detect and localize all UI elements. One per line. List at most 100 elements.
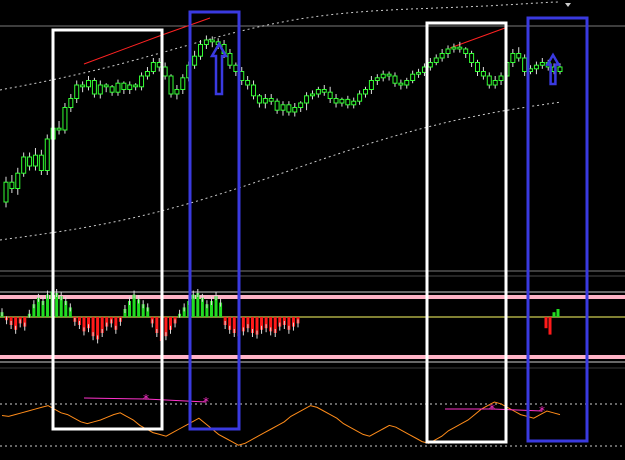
candle-body — [298, 102, 304, 108]
candle-body — [333, 98, 339, 104]
candle-body — [15, 172, 21, 189]
highlight-overlay — [51, 3, 589, 444]
candle-body — [416, 71, 422, 75]
candle-body — [268, 98, 274, 102]
candle-body — [457, 46, 463, 50]
candle-body — [327, 91, 333, 99]
candle-body — [469, 53, 475, 63]
candle-body — [516, 53, 522, 59]
candle-body — [174, 89, 180, 95]
candle-body — [410, 73, 416, 81]
highlight-box-white — [425, 21, 508, 444]
candle-body — [345, 98, 351, 106]
candle-body — [32, 154, 38, 167]
chart-shift-marker-icon — [565, 3, 571, 7]
upper-envelope-line — [0, 1, 561, 91]
candle-body — [486, 75, 492, 86]
candle-body — [233, 64, 239, 72]
candle-body — [557, 66, 563, 72]
candle-body — [357, 93, 363, 102]
candle-body — [3, 181, 9, 203]
candle-body — [533, 64, 539, 70]
candle-body — [286, 104, 292, 113]
candle-body — [251, 84, 257, 97]
candle-body — [292, 107, 298, 113]
candle-body — [9, 181, 15, 189]
candle-body — [280, 104, 286, 111]
candle-body — [404, 80, 410, 86]
candle-body — [439, 53, 445, 59]
candle-body — [197, 44, 203, 57]
up-arrow-icon — [209, 41, 229, 96]
candle-body — [27, 156, 33, 167]
candle-body — [262, 98, 268, 104]
candle-body — [539, 62, 545, 66]
candle-body — [150, 62, 156, 72]
histogram-lower-band — [0, 355, 625, 359]
candle-body — [97, 84, 103, 95]
trend-line — [83, 34, 163, 65]
candle-body — [398, 82, 404, 86]
candle-body — [474, 62, 480, 72]
candle-body — [392, 75, 398, 84]
oscillator-trend-line — [491, 408, 543, 412]
candle-body — [62, 107, 68, 131]
oscillator-trend-line — [83, 397, 147, 400]
candle-body — [38, 154, 44, 171]
candle-body — [445, 48, 451, 54]
price-panel — [0, 1, 625, 277]
candle-body — [121, 82, 127, 90]
highlight-box-blue — [188, 10, 241, 431]
candle-body — [510, 53, 516, 63]
candle-body — [309, 93, 315, 97]
candle-body — [363, 89, 369, 95]
candle-body — [68, 98, 74, 108]
candle-body — [133, 84, 139, 88]
candle-body — [86, 80, 92, 88]
candle-body — [44, 138, 50, 171]
star-marker-icon: * — [203, 395, 209, 409]
lower-envelope-line — [0, 101, 561, 241]
candle-body — [74, 84, 80, 99]
candle-body — [427, 62, 433, 68]
highlight-box-white — [51, 28, 164, 431]
candle-body — [127, 84, 133, 90]
candle-body — [374, 77, 380, 82]
candle-body — [433, 57, 439, 63]
highlight-box-blue — [526, 16, 589, 443]
candle-body — [103, 84, 109, 88]
candle-body — [203, 39, 209, 45]
candle-body — [209, 39, 215, 43]
candle-body — [144, 71, 150, 77]
candle-body — [56, 127, 62, 131]
chart-canvas[interactable]: * * * * — [0, 0, 625, 460]
candle-body — [80, 84, 86, 88]
candle-body — [227, 53, 233, 66]
candle-body — [380, 73, 386, 79]
candle-body — [256, 95, 262, 104]
candle-body — [522, 57, 528, 72]
oscillator-panel: * * * * — [0, 367, 625, 447]
candle-body — [451, 46, 457, 50]
histogram-panel — [0, 287, 625, 363]
candle-body — [109, 86, 115, 93]
trading-chart[interactable]: * * * * — [0, 0, 625, 460]
candle-body — [492, 80, 498, 86]
candle-body — [21, 156, 27, 174]
candle-body — [321, 89, 327, 93]
candle-body — [168, 75, 174, 95]
star-marker-icon: * — [539, 404, 545, 418]
candle-body — [498, 75, 504, 81]
oscillator-trend-line — [145, 398, 207, 403]
candle-body — [180, 77, 186, 91]
candle-body — [480, 71, 486, 77]
candle-body — [315, 89, 321, 95]
star-marker-icon: * — [489, 402, 495, 416]
candle-body — [115, 82, 121, 93]
candle-body — [339, 98, 345, 104]
candle-body — [368, 80, 374, 90]
candle-body — [274, 100, 280, 111]
candle-body — [386, 73, 392, 77]
candle-body — [245, 80, 251, 86]
trend-line — [449, 27, 506, 49]
